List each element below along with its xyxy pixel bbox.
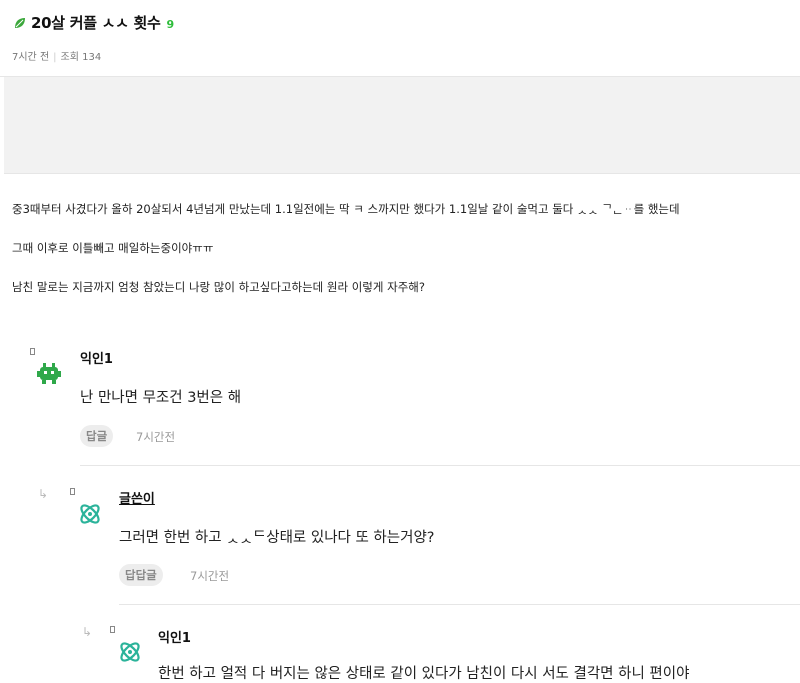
comment-divider <box>80 465 800 466</box>
comment-text: 그러면 한번 하고 ᆺᆺᄃ상태로 있나다 또 하는거양? <box>119 530 435 546</box>
comment-time: 7시간전 <box>136 430 176 444</box>
comment-author[interactable]: 익인1 <box>80 348 113 367</box>
post-body-line: 그때 이후로 이틀빼고 매일하는중이야ㅠㅠ <box>12 241 214 255</box>
post-views: 조회 134 <box>60 52 102 63</box>
post-time: 7시간 전 <box>12 52 50 63</box>
atom-icon <box>120 642 140 662</box>
comment-count-badge[interactable]: 9 <box>167 18 175 31</box>
comment-divider <box>119 604 800 605</box>
leaf-icon <box>15 17 25 28</box>
reply-arrow-icon: ↳ <box>82 625 93 639</box>
post-body-line: 중3때부터 사겼다가 올하 20살되서 4년넘게 만났는데 1.1일전에는 딱 … <box>12 202 680 216</box>
comment-time: 7시간전 <box>190 569 230 583</box>
post-meta: 7시간 전 | 조회 134 <box>12 52 102 63</box>
alien-icon <box>37 363 61 384</box>
title-row: 20살 커플 ㅅㅅ 횟수 9 <box>14 12 174 33</box>
comment-marker <box>70 488 75 495</box>
reply-button[interactable]: 답글 <box>80 425 114 447</box>
post-body-line: 남친 말로는 지금까지 엄청 참았는디 나랑 많이 하고싶다고하는데 원라 이렇… <box>12 280 425 294</box>
post-header: 20살 커플 ㅅㅅ 횟수 9 7시간 전 | 조회 134 <box>0 0 800 77</box>
comment-author[interactable]: 익인1 <box>158 627 191 646</box>
atom-icon <box>80 504 100 524</box>
comment-marker <box>110 626 115 633</box>
reply-button[interactable]: 답답글 <box>119 564 163 586</box>
ad-placeholder <box>4 77 800 174</box>
comment-marker <box>30 348 35 355</box>
comment-text: 한번 하고 얼적 다 버지는 않은 상태로 같이 있다가 남친이 다시 서도 결… <box>158 666 690 682</box>
comment-author[interactable]: 글쓴이 <box>119 488 155 507</box>
comment-text: 난 만나면 무조건 3번은 해 <box>80 390 242 406</box>
post-title: 20살 커플 ㅅㅅ 횟수 <box>31 14 161 32</box>
reply-arrow-icon: ↳ <box>38 487 49 501</box>
